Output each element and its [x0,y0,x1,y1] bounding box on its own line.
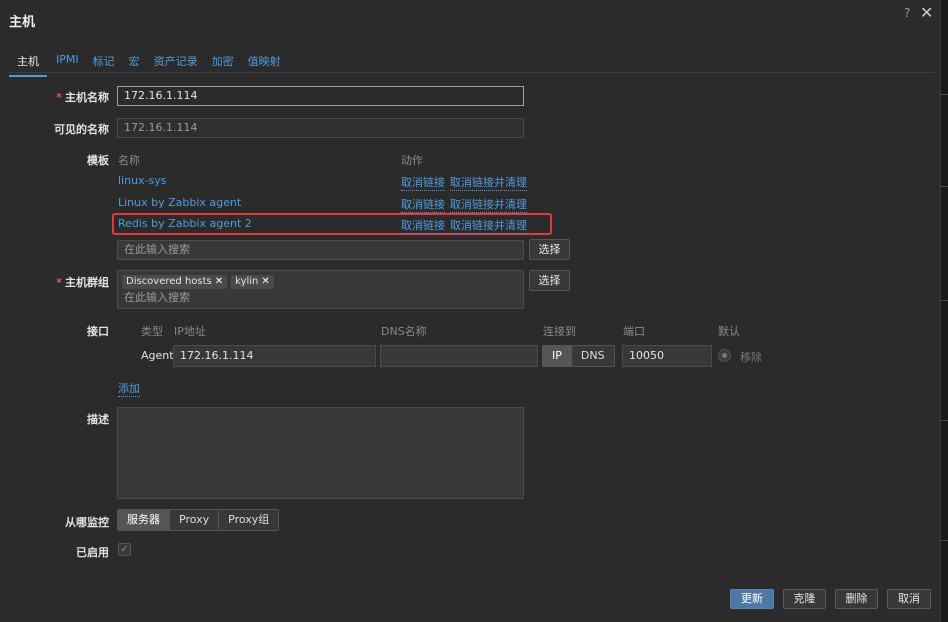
host-groups-search[interactable]: 在此输入搜索 [122,291,519,305]
monitored-by-proxy[interactable]: Proxy [170,510,220,530]
connect-to-toggle: IP DNS [542,345,615,367]
monitored-by-server[interactable]: 服务器 [118,510,170,530]
remove-tag-icon[interactable]: ✕ [261,276,269,287]
interface-port-input[interactable]: 10050 [622,345,712,367]
tab-inventory[interactable]: 资产记录 [154,51,198,77]
dialog-title: 主机 [9,15,36,30]
interfaces-col-ip: IP地址 [174,325,206,338]
template-link[interactable]: Redis by Zabbix agent 2 [118,217,252,230]
remove-interface-link[interactable]: 移除 [740,349,762,365]
help-icon[interactable]: ? [904,6,910,20]
group-tag: Discovered hosts ✕ [122,275,228,289]
template-select-button[interactable]: 选择 [529,239,570,260]
interface-dns-input[interactable] [380,345,538,367]
host-groups-select-button[interactable]: 选择 [529,270,570,291]
interfaces-col-port: 端口 [623,325,645,338]
close-icon[interactable]: ✕ [920,3,933,22]
interface-ip-input[interactable]: 172.16.1.114 [173,345,376,367]
interfaces-label: 接口 [87,325,109,338]
monitored-by-label: 从哪监控 [65,516,109,529]
remove-tag-icon[interactable]: ✕ [215,276,223,287]
template-link[interactable]: linux-sys [118,174,167,187]
cancel-button[interactable]: 取消 [887,589,931,609]
templates-label: 模板 [87,154,109,167]
monitored-by-proxy-group[interactable]: Proxy组 [219,510,279,530]
interfaces-col-dns: DNS名称 [381,325,427,338]
tab-macros[interactable]: 宏 [129,51,140,77]
unlink-clear-link[interactable]: 取消链接并清理 [450,217,527,234]
templates-col-action: 动作 [401,154,423,167]
description-textarea[interactable] [117,407,524,499]
tab-divider [9,72,935,73]
background-strip [941,0,948,622]
unlink-clear-link[interactable]: 取消链接并清理 [450,196,527,213]
connect-ip-option[interactable]: IP [543,346,572,366]
unlink-clear-link[interactable]: 取消链接并清理 [450,174,527,191]
add-interface-link[interactable]: 添加 [118,380,140,397]
template-search-input[interactable]: 在此输入搜索 [117,240,524,260]
unlink-link[interactable]: 取消链接 [401,217,445,234]
host-groups-multiselect[interactable]: Discovered hosts ✕ kylin ✕ 在此输入搜索 [117,270,524,309]
visible-name-label: 可见的名称 [54,123,109,136]
delete-button[interactable]: 删除 [835,589,878,609]
update-button[interactable]: 更新 [730,589,774,609]
tab-bar: 主机 IPMI 标记 宏 资产记录 加密 值映射 [9,51,295,77]
group-tag: kylin ✕ [231,275,274,289]
tab-tags[interactable]: 标记 [93,51,115,77]
host-name-input[interactable]: 172.16.1.114 [117,86,524,106]
interfaces-col-default: 默认 [718,325,740,338]
host-name-label: * 主机名称 [56,91,109,104]
tab-ipmi[interactable]: IPMI [56,51,79,77]
unlink-link[interactable]: 取消链接 [401,174,445,191]
template-link[interactable]: Linux by Zabbix agent [118,196,241,209]
default-radio[interactable] [718,349,731,362]
description-label: 描述 [87,413,109,426]
tab-value-mapping[interactable]: 值映射 [248,51,281,77]
host-dialog: 主机 ? ✕ 主机 IPMI 标记 宏 资产记录 加密 值映射 * 主机名称 17… [0,0,941,622]
interfaces-col-type: 类型 [141,325,163,338]
tab-encryption[interactable]: 加密 [212,51,234,77]
interface-type: Agent [141,349,174,362]
templates-col-name: 名称 [118,154,140,167]
monitored-by-toggle: 服务器 Proxy Proxy组 [117,509,280,531]
host-groups-label: * 主机群组 [56,276,109,289]
clone-button[interactable]: 克隆 [783,589,826,609]
enabled-label: 已启用 [76,546,109,559]
interfaces-col-connect: 连接到 [543,325,576,338]
tab-host[interactable]: 主机 [9,51,47,77]
visible-name-input[interactable]: 172.16.1.114 [117,118,524,138]
enabled-checkbox[interactable]: ✓ [118,543,131,556]
unlink-link[interactable]: 取消链接 [401,196,445,213]
connect-dns-option[interactable]: DNS [571,346,614,366]
